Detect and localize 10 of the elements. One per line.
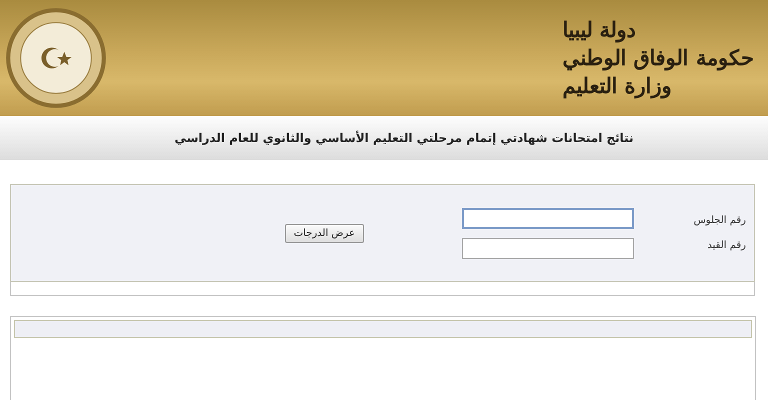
ministry-line: حكومة الوفاق الوطني [562, 44, 754, 72]
page-title: نتائج امتحانات شهادتي إتمام مرحلتي التعليم الأساسي والثانوي للعام الدراسي [173, 131, 634, 145]
ministry-line: وزارة التعليم [562, 73, 672, 100]
show-grades-button[interactable]: عرض الدرجات [284, 224, 364, 242]
field-label: رقم القيد [706, 240, 746, 251]
field-label: رقم الجلوس [692, 215, 746, 226]
input-field[interactable] [462, 238, 634, 258]
ministry-line: دولة ليبيا [562, 16, 636, 43]
emblem-icon [4, 6, 108, 110]
input-field[interactable] [462, 208, 634, 228]
